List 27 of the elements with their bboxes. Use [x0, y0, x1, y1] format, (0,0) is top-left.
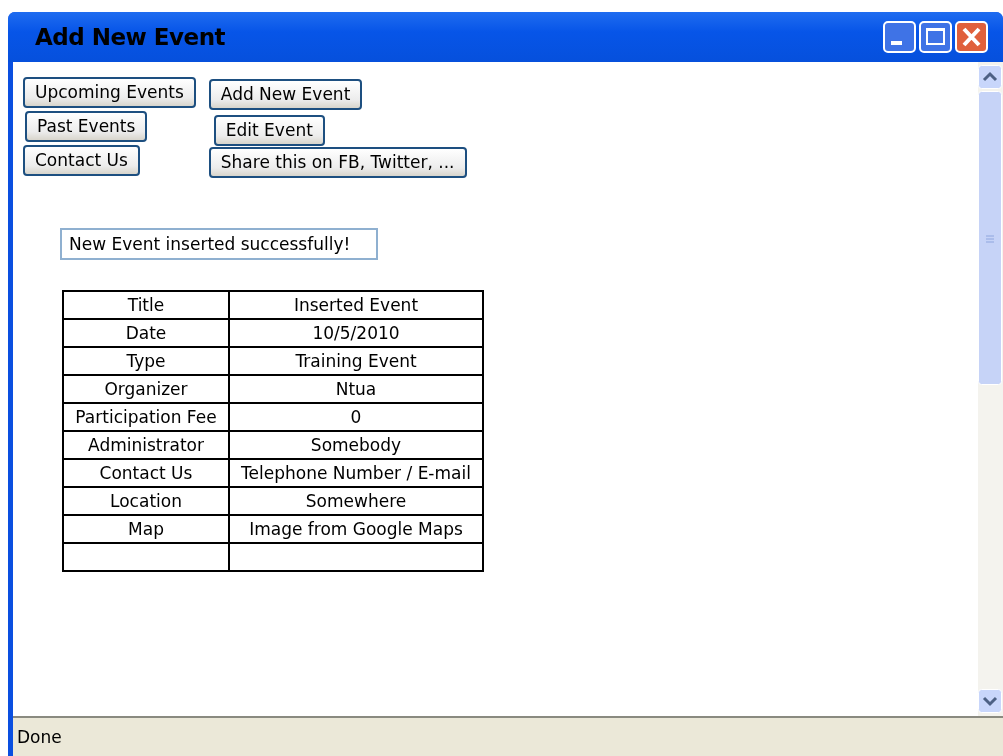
- field-label: Location: [63, 487, 229, 515]
- field-value: 10/5/2010: [229, 319, 483, 347]
- action-button[interactable]: Share this on FB, Twitter, ...: [208, 147, 467, 178]
- status-message: New Event inserted successfully!: [60, 228, 378, 260]
- field-label: Title: [63, 291, 229, 319]
- field-value: 0: [229, 403, 483, 431]
- nav-button[interactable]: Past Events: [25, 111, 148, 142]
- action-button[interactable]: Edit Event: [213, 115, 325, 146]
- field-label: Administrator: [63, 431, 229, 459]
- field-value: Somebody: [229, 431, 483, 459]
- field-label: Contact Us: [63, 459, 229, 487]
- field-value: Somewhere: [229, 487, 483, 515]
- field-label: Participation Fee: [63, 403, 229, 431]
- nav-button[interactable]: Upcoming Events: [23, 77, 196, 108]
- field-label: Date: [63, 319, 229, 347]
- field-value: Image from Google Maps: [229, 515, 483, 543]
- field-value: Inserted Event: [229, 291, 483, 319]
- field-label: Organizer: [63, 375, 229, 403]
- field-value: Telephone Number / E-mail: [229, 459, 483, 487]
- field-label: Map: [63, 515, 229, 543]
- status-text: Done: [17, 727, 62, 747]
- field-value: Ntua: [229, 375, 483, 403]
- action-button[interactable]: Add New Event: [208, 79, 363, 110]
- field-value: Training Event: [229, 347, 483, 375]
- field-label: Type: [63, 347, 229, 375]
- nav-button[interactable]: Contact Us: [23, 145, 140, 176]
- window-title: Add New Event: [35, 24, 226, 50]
